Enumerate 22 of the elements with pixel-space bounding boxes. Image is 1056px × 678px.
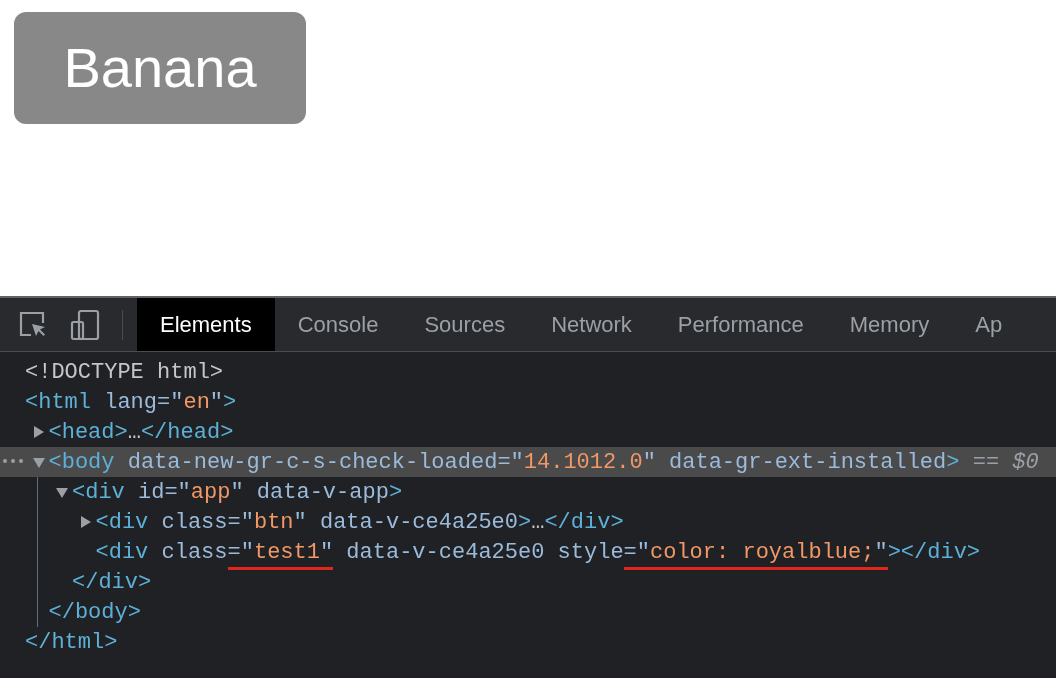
dom-node-code: <head>…</head> — [48, 418, 234, 447]
device-toolbar-icon[interactable] — [70, 308, 100, 341]
devtools-tab[interactable]: Ap — [952, 298, 1026, 351]
dom-node-code: </body> — [48, 598, 141, 627]
devtools-tab[interactable]: Memory — [826, 298, 953, 351]
expanded-triangle-icon[interactable] — [31, 455, 46, 469]
banana-button[interactable]: Banana — [14, 12, 306, 124]
expanded-triangle-icon[interactable] — [55, 485, 69, 499]
devtools-tab[interactable]: Elements — [137, 298, 275, 351]
dom-node-code: </div> — [72, 568, 152, 597]
dom-node-code: <div class="btn" data-v-ce4a25e0>…</div> — [95, 508, 624, 537]
dom-node-code: <div class="test1" data-v-ce4a25e0 style="color: royalblue;"></div> — [95, 535, 981, 569]
collapsed-triangle-icon[interactable] — [78, 515, 93, 529]
devtools-tab[interactable]: Performance — [654, 298, 827, 351]
devtools-tab[interactable]: Sources — [401, 298, 529, 351]
dom-node-code: <div id="app" data-v-app> — [72, 478, 403, 507]
dom-node-code: </html> — [25, 628, 118, 657]
dom-node-code: <!DOCTYPE html> — [25, 358, 224, 387]
devtools-tab[interactable]: Console — [274, 298, 402, 351]
collapsed-triangle-icon[interactable] — [31, 425, 46, 439]
dom-node-code: <html lang="en"> — [25, 388, 237, 417]
devtools-tab[interactable]: Network — [528, 298, 655, 351]
